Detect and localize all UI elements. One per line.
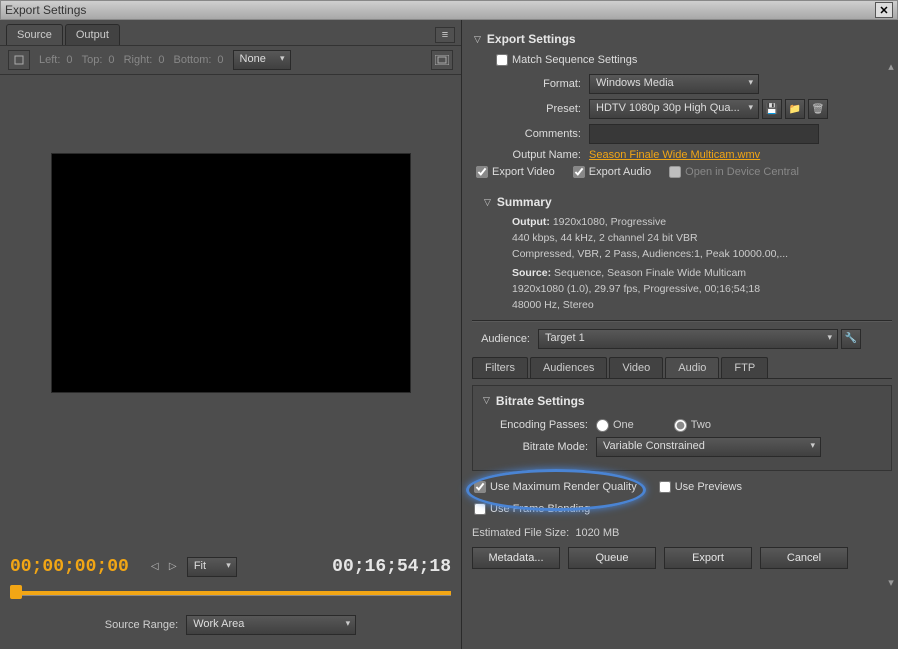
safe-margins-icon[interactable] bbox=[431, 50, 453, 70]
estimated-size: Estimated File Size: 1020 MB bbox=[472, 527, 892, 539]
tab-audiences[interactable]: Audiences bbox=[530, 357, 607, 378]
queue-button[interactable]: Queue bbox=[568, 547, 656, 569]
tab-audio[interactable]: Audio bbox=[665, 357, 719, 378]
metadata-button[interactable]: Metadata... bbox=[472, 547, 560, 569]
export-audio-checkbox[interactable]: Export Audio bbox=[573, 166, 651, 178]
export-video-checkbox[interactable]: Export Video bbox=[476, 166, 555, 178]
chevron-down-icon: ▽ bbox=[483, 395, 490, 406]
cancel-button[interactable]: Cancel bbox=[760, 547, 848, 569]
window-title: Export Settings bbox=[5, 3, 875, 17]
encoding-passes-label: Encoding Passes: bbox=[483, 419, 588, 431]
comments-label: Comments: bbox=[496, 128, 581, 140]
crop-values: Left:0 Top:0 Right:0 Bottom:0 bbox=[36, 54, 227, 66]
comments-input[interactable] bbox=[589, 124, 819, 144]
crop-aspect-select[interactable]: None bbox=[233, 50, 291, 70]
video-preview[interactable] bbox=[51, 153, 411, 393]
preset-label: Preset: bbox=[496, 103, 581, 115]
bitrate-settings-header[interactable]: ▽ Bitrate Settings bbox=[483, 394, 881, 414]
preview-tabs: Source Output ≡ bbox=[0, 20, 461, 46]
preset-select[interactable]: HDTV 1080p 30p High Qua... bbox=[589, 99, 759, 119]
use-previews-checkbox[interactable]: Use Previews bbox=[659, 481, 742, 493]
output-name-label: Output Name: bbox=[496, 149, 581, 161]
main-layout: Source Output ≡ Left:0 Top:0 Right:0 Bot… bbox=[0, 20, 898, 649]
crop-toolbar: Left:0 Top:0 Right:0 Bottom:0 None bbox=[0, 46, 461, 75]
source-range-select[interactable]: Work Area bbox=[186, 615, 356, 635]
delete-preset-icon[interactable]: 🗑 bbox=[808, 99, 828, 119]
match-sequence-checkbox[interactable]: Match Sequence Settings bbox=[496, 54, 637, 66]
open-device-central-checkbox: Open in Device Central bbox=[669, 166, 799, 178]
summary-output: Output: 1920x1080, Progressive 440 kbps,… bbox=[472, 213, 892, 264]
summary-header[interactable]: ▽ Summary bbox=[472, 191, 892, 213]
audience-tool-icon[interactable]: 🔧 bbox=[841, 329, 861, 349]
zoom-fit-select[interactable]: Fit bbox=[187, 557, 237, 577]
left-panel: Source Output ≡ Left:0 Top:0 Right:0 Bot… bbox=[0, 20, 462, 649]
timeline-section: 00;00;00;00 ◁ ▷ Fit 00;16;54;18 Source R… bbox=[0, 551, 461, 649]
timecode-duration: 00;16;54;18 bbox=[332, 557, 451, 577]
right-panel: ▴▾ ▽ Export Settings Match Sequence Sett… bbox=[462, 20, 898, 649]
panel-menu-icon[interactable]: ≡ bbox=[435, 27, 455, 43]
output-name-link[interactable]: Season Finale Wide Multicam.wmv bbox=[589, 149, 760, 161]
step-back-icon[interactable]: ◁ bbox=[151, 561, 163, 573]
bitrate-settings-panel: ▽ Bitrate Settings Encoding Passes: One … bbox=[472, 385, 892, 471]
source-range-label: Source Range: bbox=[105, 619, 178, 631]
titlebar: Export Settings ✕ bbox=[0, 0, 898, 20]
tab-ftp[interactable]: FTP bbox=[721, 357, 768, 378]
timecode-current[interactable]: 00;00;00;00 bbox=[10, 557, 129, 577]
tab-output[interactable]: Output bbox=[65, 24, 120, 45]
passes-two-radio[interactable]: Two bbox=[674, 419, 711, 432]
encode-tabs: Filters Audiences Video Audio FTP bbox=[472, 353, 892, 379]
format-select[interactable]: Windows Media bbox=[589, 74, 759, 94]
import-preset-icon[interactable]: 📁 bbox=[785, 99, 805, 119]
audience-label: Audience: bbox=[472, 333, 530, 345]
close-icon[interactable]: ✕ bbox=[875, 2, 893, 18]
preview-area bbox=[0, 75, 461, 551]
chevron-down-icon: ▽ bbox=[474, 34, 481, 45]
crop-tool-icon[interactable] bbox=[8, 50, 30, 70]
step-fwd-icon[interactable]: ▷ bbox=[169, 561, 181, 573]
use-max-render-checkbox[interactable]: Use Maximum Render Quality bbox=[474, 481, 637, 493]
chevron-down-icon: ▽ bbox=[484, 197, 491, 208]
tab-video[interactable]: Video bbox=[609, 357, 663, 378]
use-frame-blending-checkbox[interactable]: Use Frame Blending bbox=[474, 503, 590, 515]
export-settings-header[interactable]: ▽ Export Settings bbox=[472, 28, 892, 50]
tab-filters[interactable]: Filters bbox=[472, 357, 528, 378]
playhead[interactable] bbox=[10, 585, 22, 599]
footer-buttons: Metadata... Queue Export Cancel bbox=[472, 547, 892, 569]
tab-source[interactable]: Source bbox=[6, 24, 63, 45]
bitrate-mode-select[interactable]: Variable Constrained bbox=[596, 437, 821, 457]
export-button[interactable]: Export bbox=[664, 547, 752, 569]
bitrate-mode-label: Bitrate Mode: bbox=[483, 441, 588, 453]
audience-select[interactable]: Target 1 bbox=[538, 329, 838, 349]
passes-one-radio[interactable]: One bbox=[596, 419, 634, 432]
save-preset-icon[interactable]: 💾 bbox=[762, 99, 782, 119]
timeline-slider[interactable] bbox=[10, 583, 451, 603]
format-label: Format: bbox=[496, 78, 581, 90]
summary-source: Source: Sequence, Season Finale Wide Mul… bbox=[472, 264, 892, 315]
